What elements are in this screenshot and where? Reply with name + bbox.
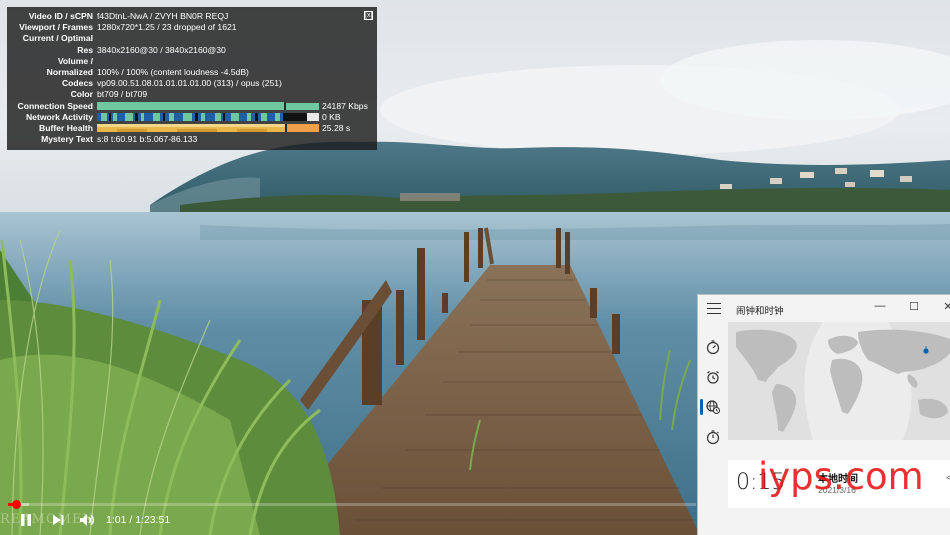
pause-button[interactable] [18, 510, 34, 530]
stats-row-normalized: Normalized 100% / 100% (content loudness… [7, 67, 371, 78]
window-titlebar[interactable]: 闹钟和时钟 — ☐ ✕ [698, 295, 950, 323]
alarm-icon[interactable] [705, 369, 721, 385]
stats-key: Network Activity [25, 111, 93, 122]
minimize-button[interactable]: — [872, 300, 888, 312]
stopwatch-icon[interactable] [705, 429, 721, 445]
progress-scrubber-handle[interactable] [11, 500, 21, 509]
stats-row-buffer-health: Buffer Health 25.28 s [7, 123, 371, 134]
window-title: 闹钟和时钟 [736, 306, 784, 317]
stats-value: 24187 Kbps [322, 100, 368, 111]
next-button[interactable] [50, 510, 66, 530]
stats-value [97, 56, 371, 67]
stats-key: Current / Optimal [22, 33, 93, 44]
stats-key: Buffer Health [39, 122, 93, 133]
buffer-health-graph [97, 124, 319, 133]
stats-row-color: Color bt709 / bt709 [7, 89, 371, 100]
stats-for-nerds-panel: [x] Video ID / sCPN f43DtnL-NwA / ZVYH B… [7, 7, 377, 150]
alarms-clock-window[interactable]: 闹钟和时钟 — ☐ ✕ 0:15 本地时间 2021/3/16 < [697, 294, 950, 535]
selected-indicator [700, 399, 703, 415]
volume-icon [80, 514, 94, 526]
close-button[interactable]: ✕ [940, 300, 950, 313]
stats-key: Viewport / Frames [19, 22, 93, 33]
stats-key: Video ID / sCPN [28, 11, 93, 21]
stats-key: Color [70, 89, 93, 100]
stats-close-button[interactable]: [x] [364, 11, 373, 20]
stats-value: s:8 t:60.91 b:5.067-86.133 [97, 134, 198, 145]
site-watermark: iyps.com [758, 455, 924, 498]
stats-value: bt709 / bt709 [97, 89, 148, 100]
stats-value: 1280x720*1.25 / 23 dropped of 1621 [97, 22, 237, 33]
volume-button[interactable] [78, 510, 96, 530]
hamburger-menu-icon[interactable] [707, 303, 721, 315]
connection-speed-graph [97, 102, 319, 111]
nav-rail [698, 325, 728, 535]
stats-value: vp09.00.51.08.01.01.01.01.00 (313) / opu… [97, 78, 282, 89]
chevron-left-icon[interactable]: < [946, 473, 950, 484]
stats-key: Normalized [46, 66, 93, 77]
world-clock-icon[interactable] [705, 399, 721, 415]
stats-row-video-id: Video ID / sCPN f43DtnL-NwA / ZVYH BN0R … [7, 11, 371, 22]
stats-key: Codecs [61, 78, 93, 89]
stats-row-mystery-text: Mystery Text s:8 t:60.91 b:5.067-86.133 [7, 134, 371, 145]
stats-value: 100% / 100% (content loudness -4.5dB) [97, 66, 249, 77]
stats-value: 0 KB [322, 111, 341, 122]
stats-row-viewport: Viewport / Frames 1280x720*1.25 / 23 dro… [7, 22, 371, 33]
stats-row-res: Res 3840x2160@30 / 3840x2160@30 [7, 45, 371, 56]
stats-row-volume: Volume / [7, 56, 371, 67]
stats-value: 3840x2160@30 / 3840x2160@30 [97, 44, 226, 55]
stats-row-network-activity: Network Activity 0 KB [7, 112, 371, 123]
stats-key: Connection Speed [17, 100, 93, 111]
stats-row-codecs: Codecs vp09.00.51.08.01.01.01.01.00 (313… [7, 78, 371, 89]
time-display: 1:01 / 1:23:51 [106, 514, 171, 526]
timer-icon[interactable] [705, 339, 721, 355]
maximize-button[interactable]: ☐ [906, 300, 922, 313]
network-activity-graph [97, 113, 319, 122]
stats-value: f43DtnL-NwA / ZVYH BN0R REQJ [97, 11, 229, 21]
stats-row-connection-speed: Connection Speed 24187 Kbps [7, 101, 371, 112]
stats-key: Mystery Text [41, 134, 93, 145]
world-map [728, 322, 950, 440]
progress-bar[interactable] [8, 500, 696, 509]
stats-value [97, 33, 371, 44]
stats-key: Volume / [57, 55, 93, 66]
stats-key: Res [77, 44, 93, 55]
stats-value: 25.28 s [322, 122, 351, 133]
stats-row-current-optimal: Current / Optimal [7, 33, 371, 44]
next-icon [53, 515, 64, 525]
pause-icon [21, 514, 31, 526]
